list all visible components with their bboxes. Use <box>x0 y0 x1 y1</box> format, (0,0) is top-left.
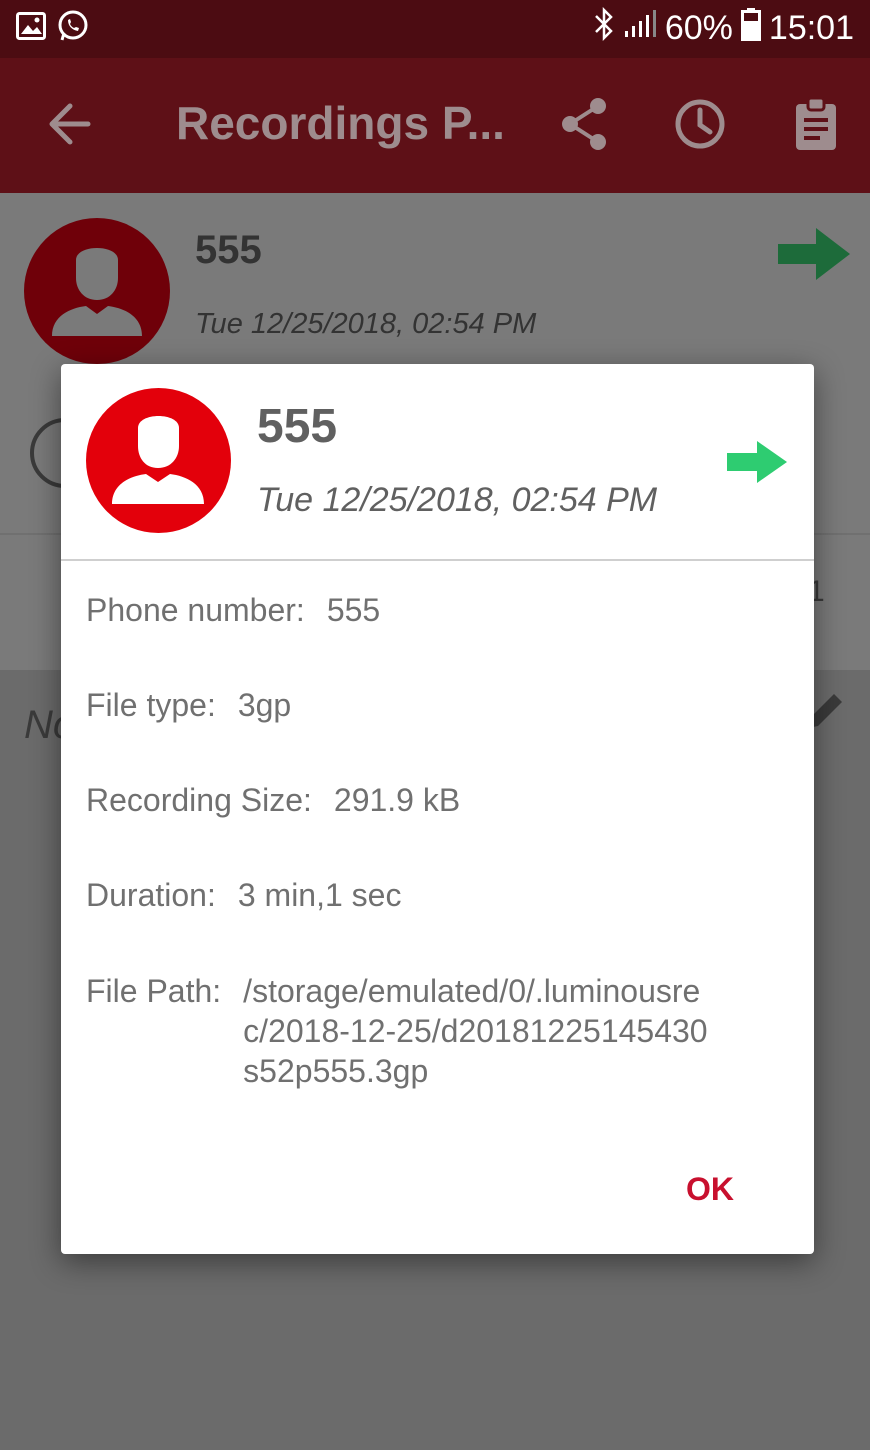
clock-icon[interactable] <box>668 92 732 156</box>
bluetooth-icon <box>593 6 615 50</box>
recording-details-dialog: 555 Tue 12/25/2018, 02:54 PM Phone numbe… <box>61 364 814 1254</box>
app-bar: Recordings P... <box>0 58 870 193</box>
dialog-header: 555 Tue 12/25/2018, 02:54 PM <box>61 364 814 559</box>
recording-date: Tue 12/25/2018, 02:54 PM <box>195 308 537 340</box>
contact-name: 555 <box>257 400 338 453</box>
arrow-right-icon <box>776 226 852 282</box>
file-path-label: File Path: <box>86 973 222 1009</box>
recording-size-row: Recording Size: 291.9 kB <box>86 780 460 820</box>
recording-size-label: Recording Size: <box>86 782 312 818</box>
signal-icon <box>623 9 657 48</box>
dialog-divider <box>61 559 814 561</box>
ok-button[interactable]: OK <box>665 1164 755 1214</box>
gallery-icon <box>16 11 46 45</box>
page-title: Recordings P... <box>176 97 505 149</box>
recording-size-value: 291.9 kB <box>333 782 461 818</box>
status-bar: 60% 15:01 <box>0 0 870 58</box>
file-type-row: File type: 3gp <box>86 685 291 725</box>
outgoing-call-arrow-icon <box>725 440 789 484</box>
avatar <box>24 218 170 364</box>
contact-name: 555 <box>195 228 262 272</box>
duration-value: 3 min,1 sec <box>237 877 402 913</box>
file-path-row: File Path: /storage/emulated/0/.luminous… <box>86 971 723 1091</box>
duration-row: Duration: 3 min,1 sec <box>86 875 401 915</box>
duration-label: Duration: <box>86 877 216 913</box>
phone-number-row: Phone number: 555 <box>86 590 380 630</box>
clipboard-icon[interactable] <box>784 92 848 156</box>
recording-date: Tue 12/25/2018, 02:54 PM <box>257 481 658 519</box>
battery-icon <box>740 7 761 50</box>
phone-number-label: Phone number: <box>86 592 305 628</box>
file-path-value: /storage/emulated/0/.luminousrec/2018-12… <box>243 973 708 1089</box>
phone-number-value: 555 <box>326 592 381 628</box>
share-icon[interactable] <box>552 92 616 156</box>
back-arrow-icon[interactable] <box>38 92 102 156</box>
file-type-value: 3gp <box>237 687 292 723</box>
battery-percent: 60% <box>664 8 733 47</box>
clock-time: 15:01 <box>768 8 854 47</box>
file-type-label: File type: <box>86 687 216 723</box>
whatsapp-icon <box>56 9 90 48</box>
avatar <box>86 388 231 533</box>
